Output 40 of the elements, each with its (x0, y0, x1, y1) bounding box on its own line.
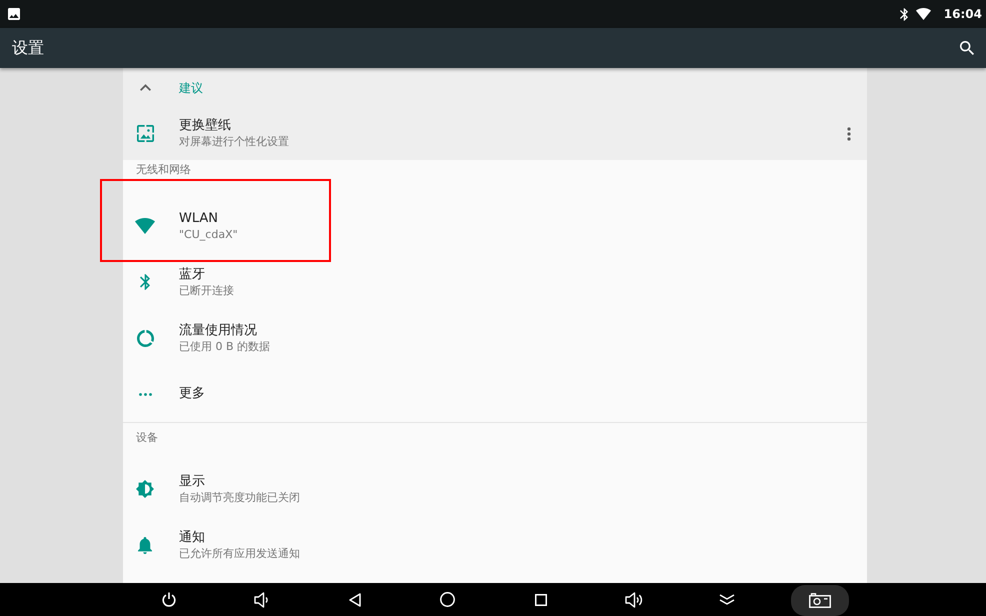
chevron-up-icon[interactable] (140, 84, 150, 91)
item-summary: 已使用 0 B 的数据 (179, 340, 270, 354)
more-horizontal-icon (138, 392, 152, 396)
item-summary: "CU_cdaX" (179, 228, 238, 242)
suggestions-header: 建议 (179, 80, 203, 94)
item-summary: 已断开连接 (179, 284, 234, 298)
search-icon[interactable] (960, 41, 974, 55)
category-header: 设备 (136, 432, 158, 444)
item-title[interactable]: 流量使用情况 (179, 322, 270, 338)
item-title[interactable]: 更多 (179, 386, 205, 402)
item-title[interactable]: 蓝牙 (179, 266, 234, 282)
item-title[interactable]: 更换壁纸 (179, 118, 289, 134)
item-title[interactable]: WLAN (179, 210, 238, 226)
item-title[interactable]: 通知 (179, 530, 300, 546)
category-header: 无线和网络 (136, 164, 191, 176)
item-summary: 自动调节亮度功能已关闭 (179, 490, 300, 504)
wifi-icon (916, 8, 931, 20)
bluetooth-icon (140, 274, 150, 290)
item-title[interactable]: 显示 (179, 474, 300, 490)
image-icon (8, 8, 20, 20)
bell-icon (138, 536, 152, 554)
camera-icon (808, 593, 830, 608)
volume-down-icon[interactable] (254, 592, 270, 608)
brightness-icon (136, 480, 154, 498)
more-vertical-icon[interactable] (847, 126, 851, 140)
ring-icon (136, 330, 154, 346)
volume-up-icon[interactable] (624, 592, 642, 608)
clock-time: 16:04 (944, 7, 982, 21)
back-icon[interactable] (348, 592, 360, 606)
screenshot-button[interactable] (790, 585, 848, 616)
power-icon[interactable] (162, 592, 176, 607)
app-title: 设置 (12, 38, 44, 58)
bluetooth-icon (900, 8, 908, 20)
item-summary: 对屏幕进行个性化设置 (179, 135, 289, 149)
double-chevron-down-icon[interactable] (718, 594, 734, 605)
item-summary: 已允许所有应用发送通知 (179, 546, 300, 560)
recents-icon[interactable] (534, 594, 546, 606)
wifi-icon (135, 218, 155, 234)
home-icon[interactable] (440, 592, 455, 607)
wallpaper-icon (136, 125, 154, 142)
